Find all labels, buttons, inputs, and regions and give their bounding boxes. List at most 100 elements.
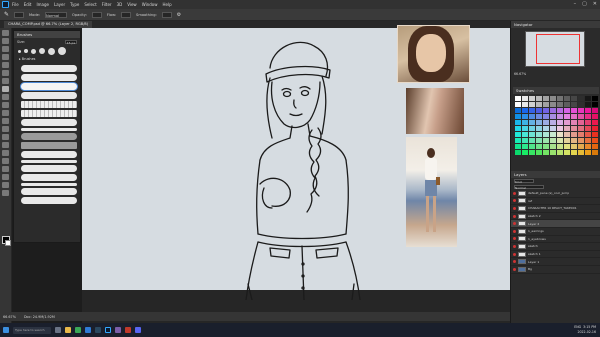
brush-tool-icon[interactable] (2, 86, 9, 92)
minimize-icon[interactable]: – (574, 1, 577, 7)
color-swatch[interactable] (536, 120, 542, 125)
layer-thumbnail[interactable] (518, 243, 526, 249)
color-swatch[interactable] (592, 150, 598, 155)
color-swatch[interactable] (536, 138, 542, 143)
navigator-zoom[interactable]: 66.67% (514, 72, 526, 76)
brush-preset[interactable] (21, 101, 77, 108)
color-swatch[interactable] (522, 138, 528, 143)
settings-gear-icon[interactable]: ⚙ (177, 12, 181, 18)
color-swatch[interactable] (529, 96, 535, 101)
color-swatch[interactable] (557, 120, 563, 125)
color-swatch[interactable] (578, 150, 584, 155)
color-swatch[interactable] (564, 126, 570, 131)
crop-tool-icon[interactable] (2, 62, 9, 68)
color-swatch[interactable] (592, 144, 598, 149)
flow-field[interactable] (121, 11, 132, 18)
color-swatch[interactable] (529, 150, 535, 155)
layer-thumbnail[interactable] (518, 236, 526, 242)
color-swatch[interactable] (515, 108, 521, 113)
color-swatch[interactable] (564, 96, 570, 101)
color-swatch[interactable] (529, 120, 535, 125)
color-swatch[interactable] (522, 120, 528, 125)
color-swatch[interactable] (522, 126, 528, 131)
color-swatch[interactable] (536, 126, 542, 131)
stamp-tool-icon[interactable] (2, 94, 9, 100)
brush-tip[interactable] (39, 48, 45, 54)
brush-tip[interactable] (58, 47, 66, 55)
smoothing-field[interactable] (161, 11, 172, 18)
color-swatch[interactable] (578, 132, 584, 137)
document-tab[interactable]: CHARA_COMP.psd @ 66.7% (Layer 2, RGB/8) (4, 21, 93, 28)
layer-name[interactable]: sketch 1 (528, 252, 541, 256)
color-swatch[interactable] (536, 144, 542, 149)
color-swatch[interactable] (522, 114, 528, 119)
blur-tool-icon[interactable] (2, 126, 9, 132)
color-swatch[interactable] (571, 120, 577, 125)
brush-preset-selected[interactable] (21, 83, 77, 90)
layer-name[interactable]: sketch (528, 244, 538, 248)
brush-folder[interactable]: ▸ Brushes (14, 57, 80, 63)
gradient-tool-icon[interactable] (2, 118, 9, 124)
layer-kind-filter[interactable]: Kind (514, 179, 534, 184)
brush-tip[interactable] (18, 49, 21, 53)
layer-name[interactable]: ref (528, 199, 532, 203)
visibility-eye-icon[interactable] (513, 222, 516, 226)
eyedropper-tool-icon[interactable] (2, 70, 9, 76)
visibility-eye-icon[interactable] (513, 229, 516, 233)
color-swatch[interactable] (571, 150, 577, 155)
layer-row[interactable]: ref (511, 198, 600, 206)
color-swatch[interactable] (571, 138, 577, 143)
color-swatch[interactable] (515, 126, 521, 131)
zoom-tool-icon[interactable] (2, 182, 9, 188)
color-swatch[interactable] (557, 108, 563, 113)
navigator-view-box[interactable] (536, 34, 580, 64)
move-tool-icon[interactable] (2, 30, 9, 36)
color-swatch[interactable] (515, 138, 521, 143)
layer-thumbnail[interactable] (518, 228, 526, 234)
healing-tool-icon[interactable] (2, 78, 9, 84)
layer-row[interactable]: sketch 2 (511, 213, 600, 221)
color-swatch[interactable] (543, 144, 549, 149)
color-swatch[interactable] (529, 114, 535, 119)
color-swatch[interactable] (543, 114, 549, 119)
document-workspace[interactable] (82, 25, 510, 323)
system-tray[interactable]: ENG 3:15 PM 2022-02-16 (574, 325, 596, 334)
color-swatch[interactable] (522, 132, 528, 137)
layer-row[interactable]: Bg (511, 266, 600, 274)
hand-tool-icon[interactable] (2, 174, 9, 180)
color-swatch[interactable] (543, 96, 549, 101)
color-swatch[interactable] (564, 102, 570, 107)
menu-filter[interactable]: Filter (102, 2, 112, 7)
color-swatch[interactable] (557, 132, 563, 137)
visibility-eye-icon[interactable] (513, 267, 516, 271)
layer-name[interactable]: CHARACTER 10 REACT_TAKE001 (528, 206, 577, 210)
file-explorer-icon[interactable] (65, 327, 71, 333)
menu-help[interactable]: Help (162, 2, 171, 7)
color-swatch[interactable] (543, 138, 549, 143)
pen-tool-icon[interactable] (2, 142, 9, 148)
color-swatch[interactable] (585, 102, 591, 107)
color-swatch[interactable] (550, 114, 556, 119)
brush-preset[interactable] (21, 133, 77, 140)
layer-row[interactable]: sketch (511, 243, 600, 251)
app-icon[interactable] (115, 327, 121, 333)
brush-preset[interactable] (21, 197, 77, 204)
color-swatch[interactable] (543, 102, 549, 107)
color-swatch[interactable] (543, 108, 549, 113)
color-swatch[interactable] (585, 150, 591, 155)
layer-thumbnail[interactable] (518, 259, 526, 265)
layer-row[interactable]: 1_earrings (511, 228, 600, 236)
color-swatch[interactable] (578, 96, 584, 101)
brush-preset[interactable] (21, 183, 77, 186)
color-swatch[interactable] (550, 108, 556, 113)
layer-row[interactable]: Layer 1 (511, 258, 600, 266)
color-swatch[interactable] (564, 150, 570, 155)
color-swatch[interactable] (522, 150, 528, 155)
taskbar-search[interactable]: Type here to search (13, 326, 51, 334)
color-swatch[interactable] (578, 120, 584, 125)
menu-window[interactable]: Window (142, 2, 158, 7)
layer-thumbnail[interactable] (518, 190, 526, 196)
layer-thumbnail[interactable] (518, 213, 526, 219)
color-swatch[interactable] (557, 150, 563, 155)
layer-name[interactable]: Layer 1 (528, 260, 539, 264)
